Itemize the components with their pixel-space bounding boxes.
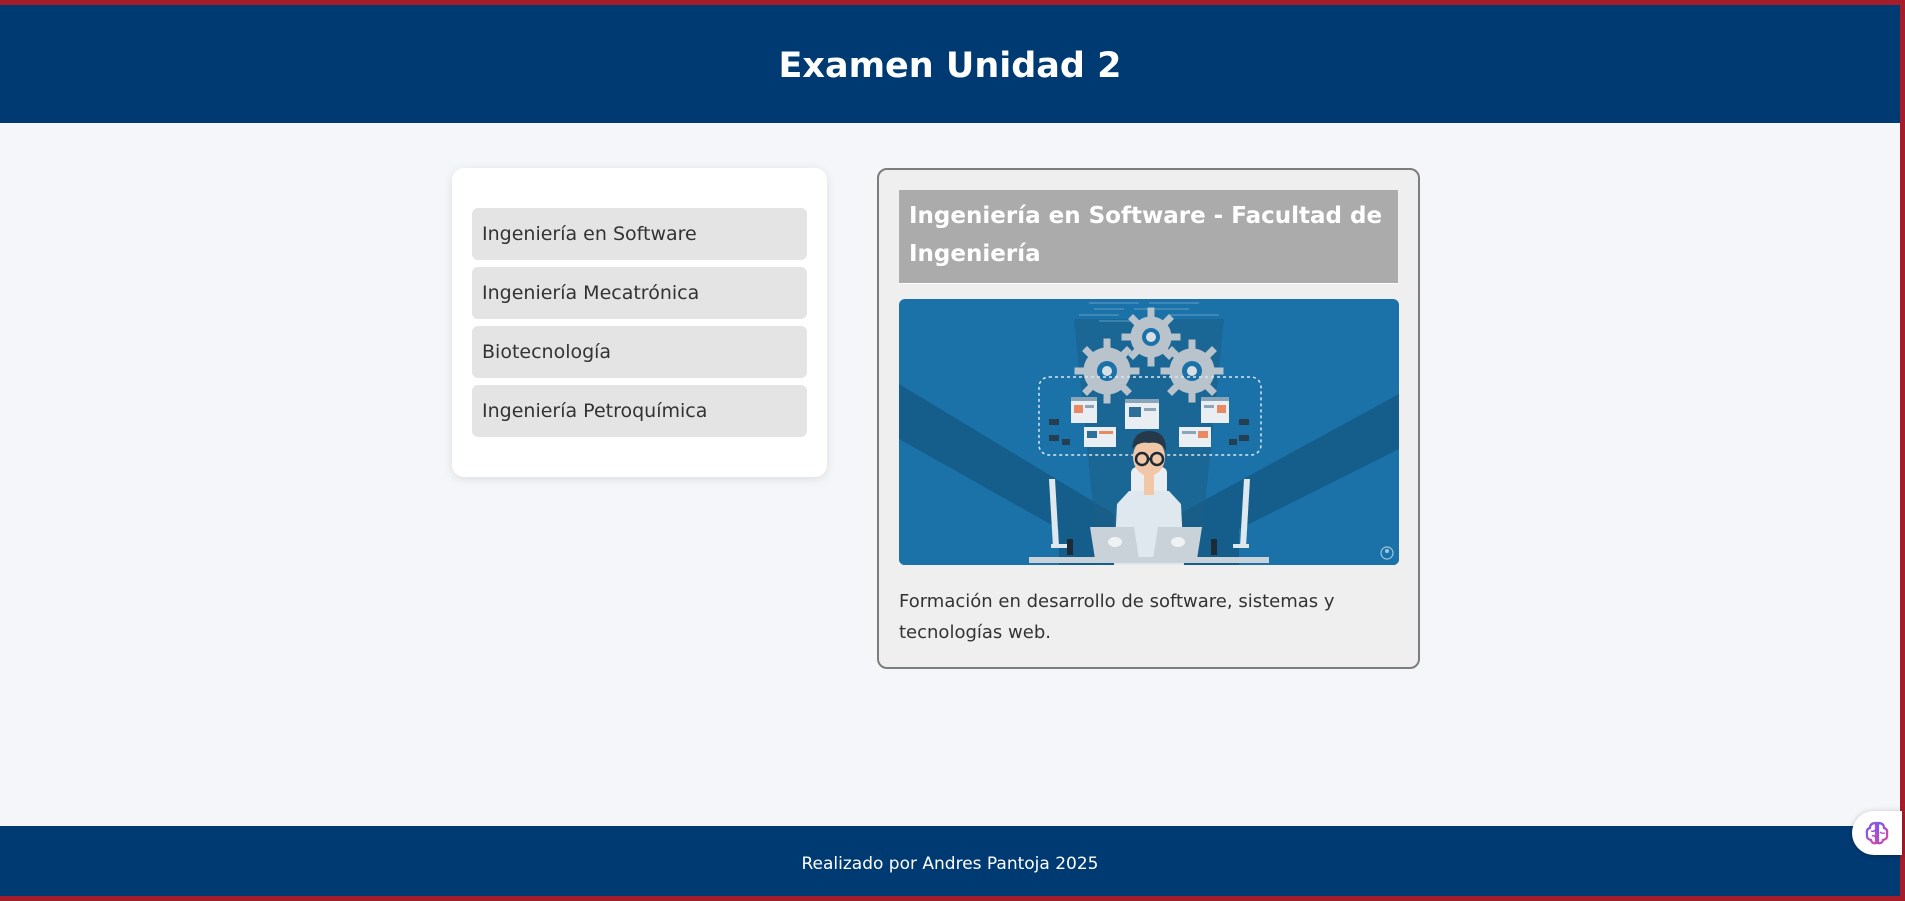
menu-item-label: Ingeniería Petroquímica [482,400,708,422]
program-detail-card: Ingeniería en Software - Facultad de Ing… [877,168,1420,669]
menu-item-software[interactable]: Ingeniería en Software [472,208,807,260]
menu-item-biotecnologia[interactable]: Biotecnología [472,326,807,378]
footer-credit: Realizado por Andres Pantoja 2025 [801,853,1099,874]
menu-item-label: Biotecnología [482,341,612,363]
assistant-widget-button[interactable] [1852,811,1902,855]
menu-item-petroquimica[interactable]: Ingeniería Petroquímica [472,385,807,437]
main-content: Ingeniería en Software Ingeniería Mecatr… [0,123,1900,825]
menu-item-label: Ingeniería Mecatrónica [482,282,700,304]
brain-icon [1865,821,1889,845]
site-header: Examen Unidad 2 [0,5,1900,123]
menu-item-label: Ingeniería en Software [482,223,697,245]
program-detail-title: Ingeniería en Software - Facultad de Ing… [899,190,1398,284]
menu-item-mecatronica[interactable]: Ingeniería Mecatrónica [472,267,807,319]
site-footer: Realizado por Andres Pantoja 2025 [0,826,1900,896]
software-engineer-illustration [899,299,1399,565]
program-menu: Ingeniería en Software Ingeniería Mecatr… [452,168,827,477]
program-description: Formación en desarrollo de software, sis… [899,591,1335,643]
page-title: Examen Unidad 2 [778,46,1122,86]
browser-viewport: Examen Unidad 2 Ingeniería en Software I… [0,0,1905,901]
